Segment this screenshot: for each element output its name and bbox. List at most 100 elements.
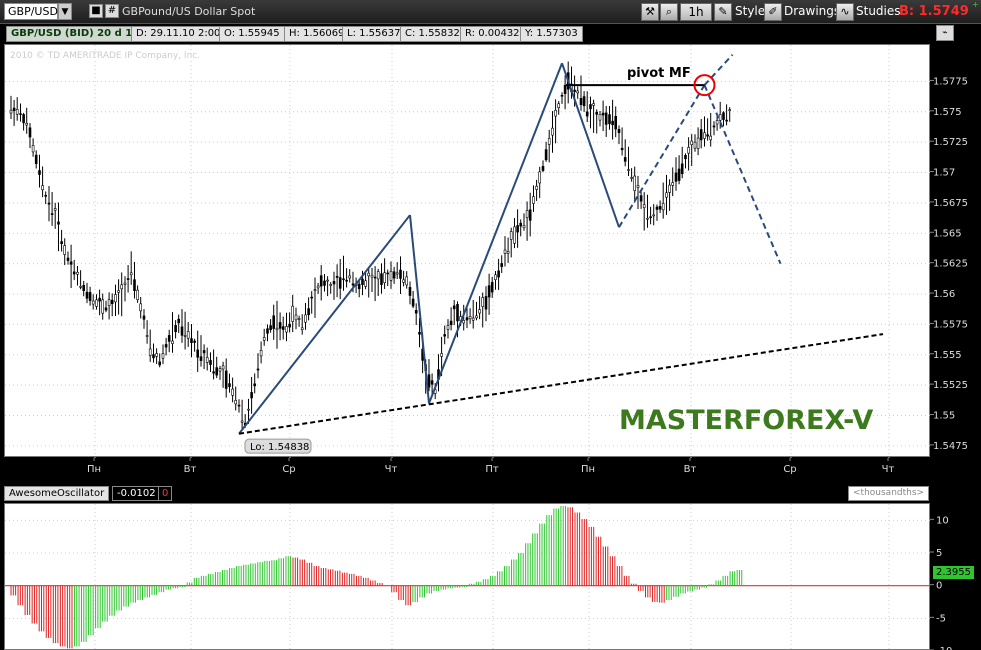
copyright-text: 2010 © TD AMERITRADE IP Company, Inc. xyxy=(10,51,201,61)
style-icon[interactable]: ✎ xyxy=(714,3,732,21)
candle-body xyxy=(212,371,215,374)
candle-body xyxy=(313,289,317,291)
candle-body xyxy=(715,120,719,125)
candle-body xyxy=(636,185,640,188)
candle-body xyxy=(95,299,98,307)
drawings-icon[interactable]: ✐ xyxy=(764,3,782,21)
tools-icon[interactable]: ⚒ xyxy=(641,3,659,21)
chart-settings-icon[interactable]: ⌁ xyxy=(936,25,954,41)
candle-body xyxy=(250,392,253,399)
candle-body xyxy=(547,138,551,145)
candle-body xyxy=(380,273,383,285)
candle-body xyxy=(614,116,618,130)
candle-body xyxy=(278,322,282,329)
zoom-icon[interactable]: ⌕ xyxy=(660,3,678,21)
candle-body xyxy=(133,279,136,291)
candle-body xyxy=(335,276,339,278)
candle-body xyxy=(164,344,168,348)
info-low: L: 1.55637 xyxy=(342,26,406,42)
candle-body xyxy=(430,380,434,385)
candle-body xyxy=(357,283,361,290)
candle-body xyxy=(117,290,120,293)
candle-body xyxy=(402,279,405,283)
osc-tick-label: 0 xyxy=(936,581,942,592)
candle-body xyxy=(41,185,44,191)
price-tick-label: 1.5775 xyxy=(933,76,968,87)
candle-body xyxy=(98,297,101,302)
candle-body xyxy=(288,323,291,328)
symbol-dropdown-button[interactable]: ▼ xyxy=(58,3,72,20)
candle-body xyxy=(183,335,187,337)
candle-body xyxy=(519,222,523,227)
candle-body xyxy=(262,337,266,341)
time-tick-label: Ср xyxy=(282,464,295,475)
candle-body xyxy=(142,315,146,320)
timeframe-button[interactable]: 1h xyxy=(680,3,712,21)
candle-body xyxy=(326,279,329,282)
candle-body xyxy=(158,361,161,366)
candle-body xyxy=(307,308,310,316)
candle-body xyxy=(576,90,580,94)
zigzag-line xyxy=(561,62,620,228)
candle-body xyxy=(15,109,19,115)
candle-body xyxy=(25,122,29,126)
candle-body xyxy=(22,114,25,124)
candle-body xyxy=(345,279,348,282)
candle-body xyxy=(177,318,180,324)
candle-body xyxy=(126,278,130,280)
candle-body xyxy=(443,334,447,337)
time-tick-label: Чт xyxy=(385,464,398,475)
candle-body xyxy=(582,96,586,107)
candle-body xyxy=(91,300,95,305)
chart-title[interactable]: GBP/USD (BID) 20 d 1h xyxy=(6,26,145,42)
osc-tick-label: -10 xyxy=(936,646,952,650)
candle-body xyxy=(630,177,633,179)
candle-body xyxy=(408,287,412,296)
drawings-button[interactable]: Drawings xyxy=(784,4,840,18)
hash-icon[interactable]: # xyxy=(105,4,119,18)
candle-body xyxy=(247,408,250,411)
symbol-input[interactable]: GBP/USD xyxy=(4,3,58,20)
studies-icon[interactable]: ∿ xyxy=(836,3,854,21)
candle-body xyxy=(294,314,298,321)
candle-body xyxy=(291,305,295,322)
candle-body xyxy=(120,284,123,290)
oscillator-chart[interactable] xyxy=(4,503,931,650)
candle-body xyxy=(563,84,567,95)
candle-body xyxy=(655,206,659,210)
candle-body xyxy=(28,127,32,138)
candle-body xyxy=(319,275,323,287)
candle-body xyxy=(475,315,478,319)
style-button[interactable]: Style xyxy=(735,4,765,18)
candle-body xyxy=(684,155,687,160)
price-chart[interactable]: pivot MF Lo: 1.54838 MASTERFOREX-V xyxy=(4,44,931,458)
candle-body xyxy=(699,129,703,141)
candle-body xyxy=(60,241,63,245)
candle-body xyxy=(129,272,133,276)
candle-body xyxy=(503,249,507,254)
candle-body xyxy=(528,209,532,221)
link-icon[interactable]: ■ xyxy=(89,4,103,18)
candle-body xyxy=(47,202,51,205)
pivot-label: pivot MF xyxy=(627,66,691,81)
studies-button[interactable]: Studies xyxy=(856,4,901,18)
candle-body xyxy=(623,157,627,162)
candle-body xyxy=(205,357,209,363)
candle-body xyxy=(405,276,409,286)
info-high: H: 1.56069 xyxy=(284,26,350,42)
candle-body xyxy=(604,112,608,125)
candle-body xyxy=(633,175,637,191)
candle-body xyxy=(573,89,576,92)
candle-body xyxy=(38,170,41,175)
candle-body xyxy=(709,135,713,141)
oscillator-name[interactable]: AwesomeOscillator xyxy=(4,486,110,501)
candle-body xyxy=(639,195,643,202)
candle-body xyxy=(136,289,139,301)
info-range: R: 0.00432 xyxy=(460,26,525,42)
candle-body xyxy=(240,420,244,423)
bid-change-indicator: + xyxy=(972,0,979,9)
price-tick-label: 1.56 xyxy=(933,289,955,300)
candle-body xyxy=(72,271,76,275)
candle-body xyxy=(19,113,22,115)
candle-body xyxy=(611,120,614,126)
